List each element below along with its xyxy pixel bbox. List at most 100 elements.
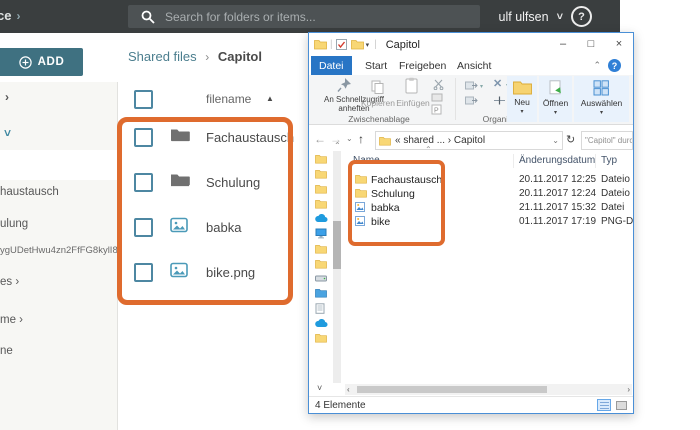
- nav-scrollbar-thumb[interactable]: [333, 221, 341, 269]
- qat-dropdown-icon[interactable]: ▾: [366, 41, 370, 49]
- select-all-checkbox[interactable]: [134, 90, 153, 109]
- nav-scrollbar[interactable]: [333, 151, 341, 383]
- column-divider[interactable]: [595, 154, 596, 168]
- copy-path-icon[interactable]: [431, 93, 443, 102]
- nav-folder-icon[interactable]: [315, 154, 327, 164]
- explorer-search-field[interactable]: "Capitol" durchs...: [581, 131, 633, 150]
- tab-freigeben[interactable]: Freigeben: [391, 56, 454, 75]
- onedrive-cloud-icon[interactable]: [315, 214, 328, 223]
- scroll-left-icon[interactable]: ‹: [347, 385, 350, 394]
- network-folder-icon[interactable]: [315, 288, 327, 298]
- folder-icon: [355, 174, 367, 187]
- scroll-down-icon[interactable]: ˅: [317, 383, 322, 393]
- sidebar-item[interactable]: ygUDetHwu4zn2FfFG8kylI850: [0, 245, 117, 256]
- new-folder-qat-icon[interactable]: [350, 39, 364, 50]
- horizontal-scrollbar-thumb[interactable]: [357, 386, 547, 393]
- pin-icon[interactable]: [337, 77, 352, 93]
- sidebar-item[interactable]: es ›: [0, 276, 117, 288]
- breadcrumb[interactable]: ce ›: [0, 8, 20, 23]
- tab-start[interactable]: Start: [357, 56, 395, 75]
- explorer-file-row[interactable]: babka 21.11.2017 15:32 Datei: [343, 201, 633, 215]
- file-name[interactable]: bike.png: [206, 265, 255, 280]
- sort-asc-icon[interactable]: ▲: [266, 94, 274, 103]
- folder-icon: [170, 172, 190, 192]
- address-path-field[interactable]: « shared ... › Capitol ⌄: [375, 131, 563, 150]
- nav-folder-icon[interactable]: [315, 244, 327, 254]
- back-button[interactable]: ←: [314, 132, 326, 146]
- drive-icon[interactable]: [315, 274, 327, 283]
- select-button[interactable]: Auswählen ▾: [574, 76, 629, 122]
- dropdown-icon: ▾: [553, 110, 557, 116]
- move-to-icon[interactable]: [465, 80, 478, 90]
- this-pc-icon[interactable]: [315, 228, 327, 239]
- separator: |: [374, 39, 377, 50]
- column-divider[interactable]: [513, 154, 514, 168]
- details-view-button[interactable]: [597, 399, 611, 411]
- new-folder-button[interactable]: Neu ▾: [507, 76, 537, 122]
- ribbon: An Schnellzugriff anheften Kopieren Einf…: [309, 75, 633, 125]
- add-button[interactable]: ADD: [0, 48, 83, 76]
- chevron-down-icon[interactable]: ˅: [4, 126, 11, 140]
- sidebar-item[interactable]: haustausch: [0, 186, 117, 198]
- copy-icon[interactable]: [371, 80, 385, 94]
- nav-folder-icon[interactable]: [315, 169, 327, 179]
- paste-icon[interactable]: [404, 77, 419, 94]
- cut-icon[interactable]: [433, 79, 444, 90]
- tab-datei[interactable]: Datei: [311, 56, 352, 75]
- file-name[interactable]: Fachaustausch: [206, 130, 294, 145]
- tab-ansicht[interactable]: Ansicht: [449, 56, 499, 75]
- file-name[interactable]: babka: [206, 220, 241, 235]
- sidebar-item[interactable]: ulung: [0, 218, 117, 230]
- scroll-up-icon[interactable]: ⌃: [334, 141, 341, 150]
- search-input[interactable]: Search for folders or items...: [128, 5, 480, 28]
- explorer-titlebar[interactable]: | ▾ | Capitol – □ ×: [309, 33, 633, 56]
- rename-icon[interactable]: [493, 96, 506, 105]
- file-type: Datei: [601, 202, 625, 213]
- file-name[interactable]: Schulung: [206, 175, 260, 190]
- horizontal-scrollbar[interactable]: ‹ ›: [345, 384, 632, 395]
- sidebar-item[interactable]: ne: [0, 345, 117, 357]
- column-date[interactable]: Änderungsdatum: [519, 155, 595, 166]
- delete-icon[interactable]: ✕: [493, 77, 502, 90]
- nav-folder-icon[interactable]: [315, 333, 327, 343]
- thumbnails-view-button[interactable]: [614, 399, 628, 411]
- sidebar-selected-item[interactable]: [0, 150, 117, 180]
- properties-icon[interactable]: [335, 39, 347, 50]
- minimize-button[interactable]: –: [549, 33, 577, 55]
- onedrive-cloud-icon[interactable]: [315, 319, 328, 328]
- row-checkbox[interactable]: [134, 218, 153, 237]
- refresh-icon[interactable]: ↻: [566, 133, 575, 146]
- nav-folder-icon[interactable]: [315, 199, 327, 209]
- explorer-file-row[interactable]: Schulung 20.11.2017 12:24 Dateio: [343, 187, 633, 201]
- up-button[interactable]: ↑: [358, 132, 364, 146]
- row-checkbox[interactable]: [134, 128, 153, 147]
- nav-folder-icon[interactable]: [315, 259, 327, 269]
- explorer-file-row[interactable]: Fachaustausch 20.11.2017 12:25 Dateio: [343, 173, 633, 187]
- open-button[interactable]: Öffnen ▾: [539, 76, 572, 122]
- row-checkbox[interactable]: [134, 173, 153, 192]
- window-folder-icon: [314, 40, 327, 50]
- user-menu[interactable]: ulf ulfsen ˅ ?: [499, 0, 592, 33]
- maximize-button[interactable]: □: [577, 33, 605, 55]
- close-button[interactable]: ×: [605, 33, 633, 55]
- column-name[interactable]: Name: [353, 155, 380, 166]
- chevron-right-icon[interactable]: ›: [5, 90, 9, 104]
- explorer-file-row[interactable]: bike 01.11.2017 17:19 PNG-D: [343, 215, 633, 229]
- document-icon[interactable]: [315, 303, 325, 314]
- explorer-help-icon[interactable]: ?: [608, 59, 621, 72]
- open-label: Öffnen: [542, 98, 569, 108]
- sidebar-item[interactable]: me ›: [0, 314, 117, 326]
- scroll-right-icon[interactable]: ›: [627, 385, 630, 394]
- history-dropdown-icon[interactable]: ⌄: [346, 134, 353, 143]
- breadcrumb-parent-link[interactable]: Shared files: [128, 49, 197, 64]
- help-icon[interactable]: ?: [571, 6, 592, 27]
- ribbon-collapse-icon[interactable]: ⌃: [593, 60, 601, 71]
- dropdown-icon[interactable]: ▾: [480, 83, 483, 90]
- paste-button[interactable]: Einfügen: [393, 98, 433, 108]
- nav-folder-icon[interactable]: [315, 184, 327, 194]
- filename-column-header[interactable]: filename: [206, 92, 251, 106]
- column-type[interactable]: Typ: [601, 155, 617, 166]
- copy-to-icon[interactable]: [465, 95, 478, 105]
- address-dropdown-icon[interactable]: ⌄: [552, 136, 559, 145]
- row-checkbox[interactable]: [134, 263, 153, 282]
